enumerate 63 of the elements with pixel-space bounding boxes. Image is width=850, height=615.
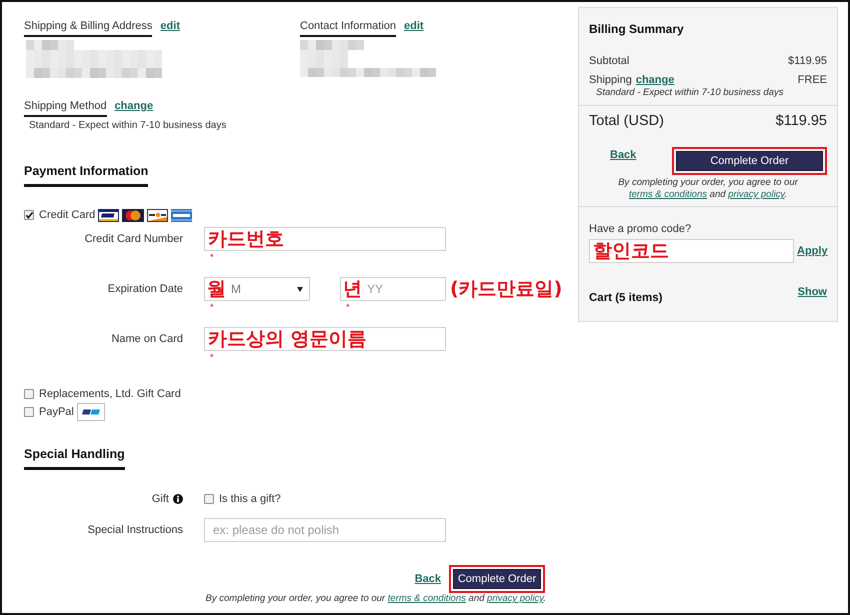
input-field[interactable]: ex: please do not polish	[204, 518, 446, 542]
checkbox[interactable]	[24, 210, 34, 220]
summary-label: Subtotal	[589, 54, 630, 68]
checkbox[interactable]	[24, 407, 34, 417]
card-logo-icon	[147, 208, 168, 222]
complete-order-button[interactable]: Complete Order	[453, 569, 541, 589]
show-link[interactable]: Show	[798, 285, 827, 299]
summary-value: $119.95	[788, 54, 827, 68]
disclaimer-text: By completing your order, you agree to our terms & conditions and privacy policy.	[206, 593, 546, 605]
change-link[interactable]: change	[636, 73, 674, 87]
panel-title: Billing Summary	[589, 22, 684, 37]
annotation-text: 년	[343, 277, 362, 301]
option-label: Replacements, Ltd. Gift Card	[39, 387, 181, 401]
option-label: Credit Card	[39, 208, 96, 222]
promo-label: Have a promo code?	[589, 222, 692, 236]
section-heading: Contact Information	[300, 19, 396, 37]
annotation-text: 월	[207, 277, 226, 301]
total-label: Total (USD)	[589, 112, 664, 130]
info-icon[interactable]	[173, 494, 183, 504]
apply-link[interactable]: Apply	[797, 244, 828, 258]
back-link[interactable]: Back	[610, 148, 636, 162]
required-mark: *	[210, 301, 214, 313]
back-link[interactable]: Back	[414, 572, 441, 586]
option-label: PayPal	[39, 405, 74, 419]
shipping-note: Standard - Expect within 7-10 business days	[596, 87, 784, 98]
card-logo-icon	[122, 208, 144, 222]
card-logo-icon	[98, 208, 120, 222]
checkbox[interactable]	[24, 389, 34, 399]
required-mark: *	[210, 351, 214, 363]
checkbox-label: Is this a gift?	[219, 492, 281, 506]
field-label: Expiration Date	[106, 282, 183, 297]
payment-logo-icon	[76, 403, 105, 421]
field-label: Credit Card Number	[84, 232, 183, 247]
caret-icon	[297, 286, 303, 292]
total-value: $119.95	[776, 112, 827, 130]
required-mark: *	[210, 251, 214, 263]
field-label: Gift	[152, 492, 169, 506]
privacy-link[interactable]: privacy policy	[728, 189, 784, 200]
edit-link[interactable]: edit	[160, 19, 180, 33]
disclaimer-text: By completing your order, you agree to our terms & conditions and privacy policy.	[617, 177, 799, 201]
terms-link[interactable]: terms & conditions	[628, 189, 708, 200]
privacy-link[interactable]: privacy policy	[487, 593, 544, 604]
section-title: Payment Information	[24, 164, 148, 187]
edit-link[interactable]: edit	[404, 19, 424, 33]
section-heading: Shipping & Billing Address	[24, 19, 152, 37]
field-label: Special Instructions	[86, 523, 183, 538]
input-field[interactable]: 카드상의 영문이름	[204, 327, 446, 351]
field-label: Name on Card	[110, 332, 183, 347]
summary-label: Shipping	[589, 73, 632, 87]
summary-value: FREE	[798, 73, 827, 87]
annotation-text: (카드만료일)	[450, 277, 562, 301]
shipping-method-text: Standard - Expect within 7-10 business days	[29, 119, 226, 133]
promo-code-field[interactable]: 할인코드	[589, 239, 794, 263]
cart-title: Cart (5 items)	[589, 291, 662, 305]
section-title: Special Handling	[24, 447, 125, 470]
complete-order-button[interactable]: Complete Order	[676, 151, 823, 171]
card-logo-icon	[171, 208, 192, 222]
change-link[interactable]: change	[114, 99, 154, 113]
section-heading: Shipping Method	[24, 99, 107, 117]
checkbox[interactable]	[204, 494, 214, 504]
input-field[interactable]: 카드번호	[204, 227, 446, 251]
terms-link[interactable]: terms & conditions	[388, 593, 466, 604]
required-mark: *	[346, 301, 350, 313]
